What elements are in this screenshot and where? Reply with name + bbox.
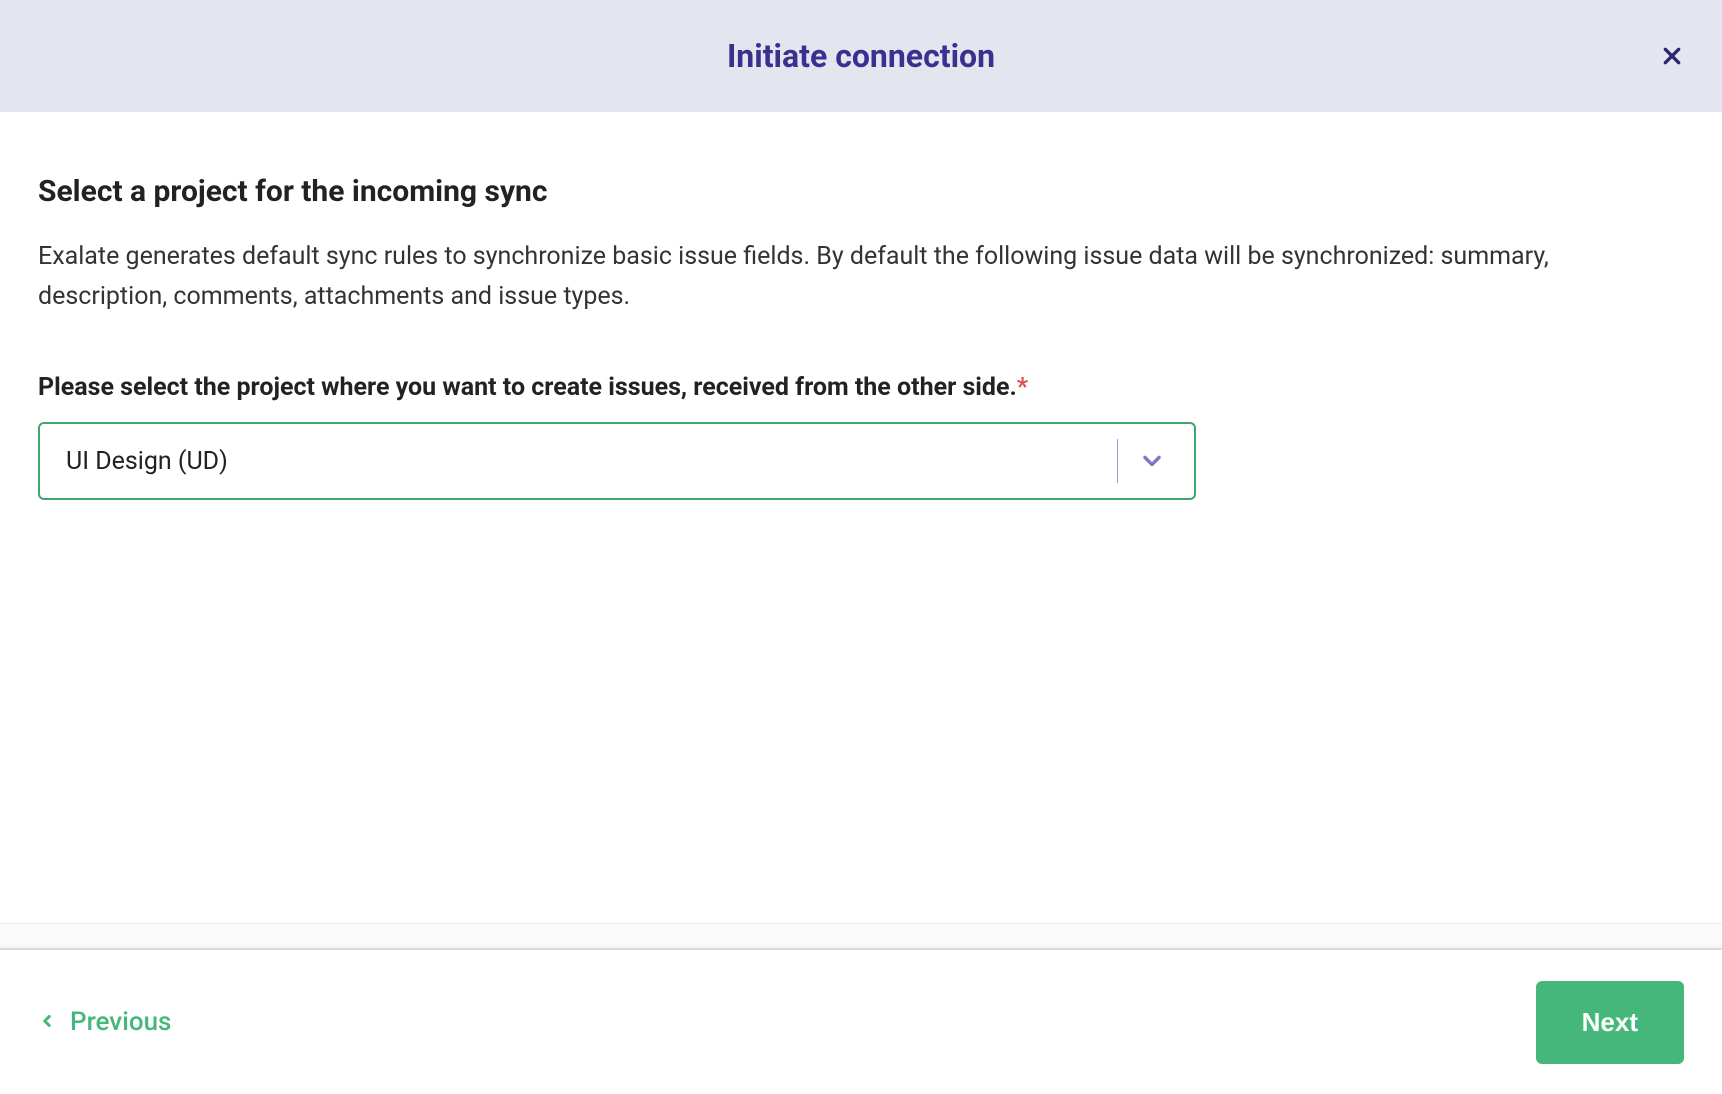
required-asterisk: * bbox=[1017, 373, 1028, 402]
modal-content: Select a project for the incoming sync E… bbox=[0, 112, 1722, 949]
chevron-down-icon bbox=[1138, 447, 1166, 475]
chevron-left-icon bbox=[38, 1007, 56, 1037]
modal-title: Initiate connection bbox=[727, 37, 995, 75]
modal-header: Initiate connection bbox=[0, 0, 1722, 112]
project-select-value: UI Design (UD) bbox=[40, 447, 1117, 476]
select-divider bbox=[1117, 439, 1118, 483]
project-select[interactable]: UI Design (UD) bbox=[38, 422, 1196, 500]
previous-button[interactable]: Previous bbox=[38, 1007, 171, 1037]
footer-divider bbox=[0, 923, 1722, 949]
project-select-label-text: Please select the project where you want… bbox=[38, 373, 1017, 402]
section-heading: Select a project for the incoming sync bbox=[38, 174, 1684, 209]
section-description: Exalate generates default sync rules to … bbox=[38, 237, 1678, 317]
project-select-label: Please select the project where you want… bbox=[38, 373, 1684, 402]
close-icon[interactable] bbox=[1660, 44, 1684, 68]
next-button[interactable]: Next bbox=[1536, 981, 1684, 1064]
previous-button-label: Previous bbox=[70, 1007, 171, 1037]
modal-footer: Previous Next bbox=[0, 949, 1722, 1094]
